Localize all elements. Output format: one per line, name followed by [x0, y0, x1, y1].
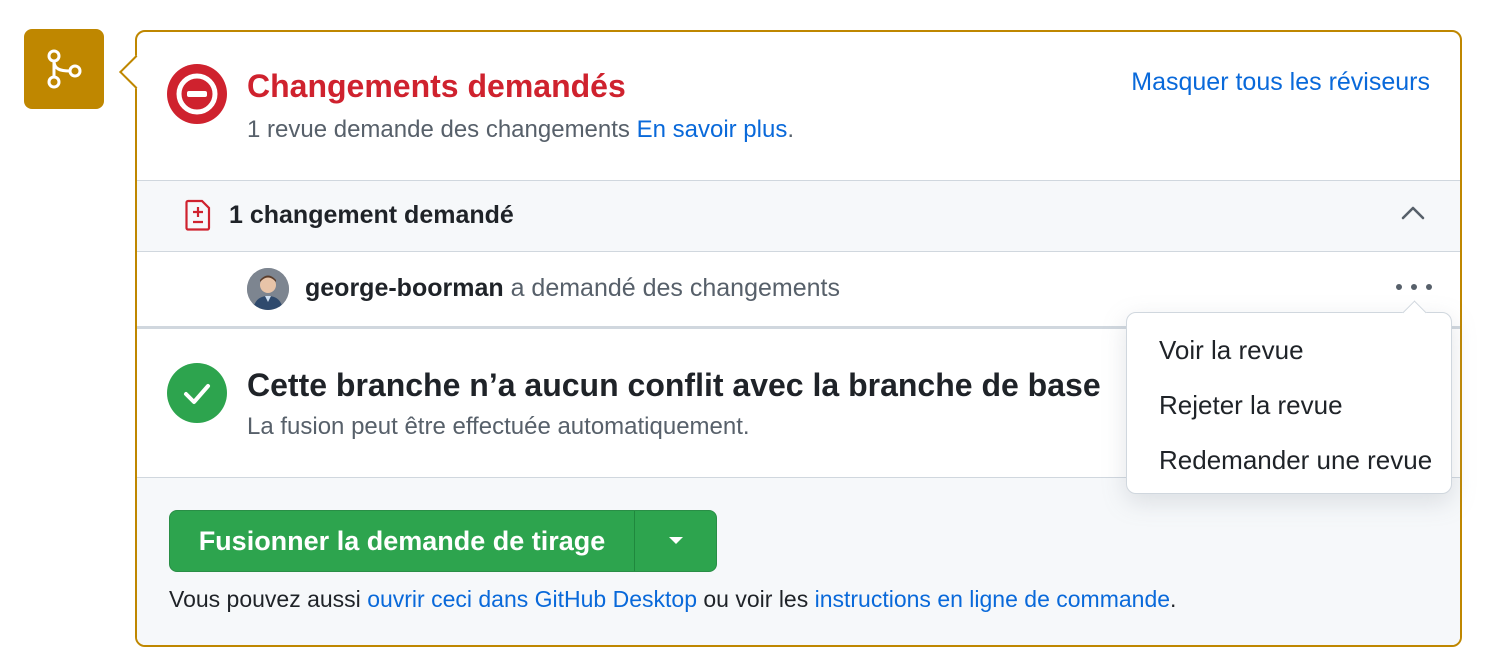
menu-item-re-request-review[interactable]: Redemander une revue [1127, 441, 1451, 496]
changes-requested-subtitle: 1 revue demande des changements En savoi… [247, 116, 794, 144]
changes-requested-title: Changements demandés [247, 68, 626, 104]
reviewer-text: george-boorman a demandé des changements [305, 274, 840, 303]
changes-requested-section: Changements demandés 1 revue demande des… [137, 32, 1460, 181]
command-line-instructions-link[interactable]: instructions en ligne de commande [815, 586, 1170, 612]
alternative-actions-text: Vous pouvez aussi ouvrir ceci dans GitHu… [169, 586, 1176, 613]
review-options-menu: Voir la revue Rejeter la revue Redemande… [1126, 300, 1452, 496]
avatar-image [247, 268, 289, 310]
kebab-dot [1426, 284, 1432, 290]
merge-pull-request-button[interactable]: Fusionner la demande de tirage [170, 511, 635, 571]
requested-changes-header[interactable]: 1 changement demandé [137, 181, 1460, 252]
check-circle-icon [167, 363, 227, 423]
menu-item-view-review[interactable]: Voir la revue [1127, 331, 1451, 386]
hide-all-reviewers-link[interactable]: Masquer tous les réviseurs [1131, 68, 1430, 97]
kebab-dot [1411, 284, 1417, 290]
actions-text-middle: ou voir les [697, 586, 815, 612]
avatar[interactable] [247, 268, 289, 310]
requested-changes-title: 1 changement demandé [229, 201, 514, 229]
merge-status-title: Cette branche n’a aucun conflit avec la … [247, 367, 1101, 403]
subtitle-period: . [787, 116, 795, 143]
caret-down-icon [668, 537, 683, 544]
merge-actions-section: Fusionner la demande de tirage Vous pouv… [137, 478, 1460, 645]
open-in-desktop-link[interactable]: ouvrir ceci dans GitHub Desktop [367, 586, 697, 612]
blocked-icon [167, 64, 227, 124]
changes-subtitle-text: 1 revue demande des changements [247, 116, 630, 143]
merge-status-subtitle: La fusion peut être effectuée automatiqu… [247, 413, 750, 440]
reviewer-action: a demandé des changements [510, 274, 840, 302]
kebab-dot [1396, 284, 1402, 290]
learn-more-link[interactable]: En savoir plus [637, 116, 788, 143]
git-merge-icon [47, 49, 82, 89]
actions-text-before: Vous pouvez aussi [169, 586, 368, 612]
kebab-menu-button[interactable] [1396, 282, 1432, 292]
reviewer-name[interactable]: george-boorman [305, 274, 504, 302]
file-diff-icon [185, 199, 211, 231]
merge-button-group: Fusionner la demande de tirage [169, 510, 717, 572]
merge-options-dropdown-button[interactable] [635, 511, 716, 571]
merge-badge [24, 29, 104, 109]
menu-item-dismiss-review[interactable]: Rejeter la revue [1127, 386, 1451, 441]
actions-text-end: . [1170, 586, 1177, 612]
chevron-up-icon[interactable] [1400, 203, 1426, 223]
